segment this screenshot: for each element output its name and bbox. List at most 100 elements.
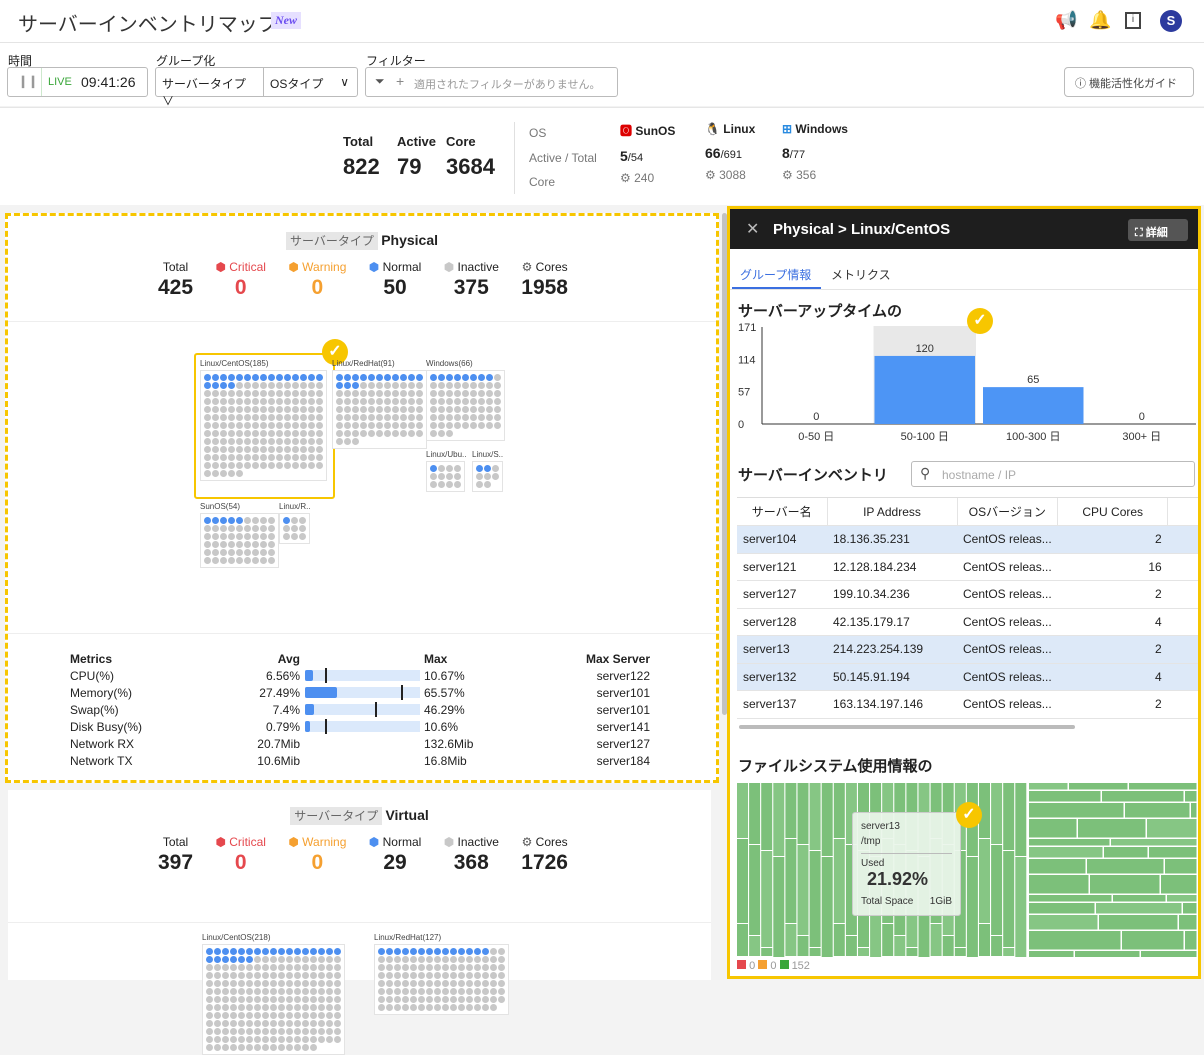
server-dot[interactable] bbox=[316, 398, 323, 405]
fs-cell[interactable] bbox=[1141, 951, 1197, 957]
server-dot[interactable] bbox=[416, 422, 423, 429]
server-dot[interactable] bbox=[498, 980, 505, 987]
server-dot[interactable] bbox=[442, 964, 449, 971]
server-dot[interactable] bbox=[278, 1004, 285, 1011]
server-dot[interactable] bbox=[308, 462, 315, 469]
fs-cell[interactable] bbox=[991, 845, 1003, 935]
server-dot[interactable] bbox=[462, 398, 469, 405]
fs-cell[interactable] bbox=[1113, 895, 1166, 902]
fs-cell[interactable] bbox=[1087, 859, 1164, 874]
server-dot[interactable] bbox=[416, 390, 423, 397]
server-dot[interactable] bbox=[284, 382, 291, 389]
server-dot[interactable] bbox=[394, 964, 401, 971]
server-dot[interactable] bbox=[310, 948, 317, 955]
server-dot[interactable] bbox=[206, 972, 213, 979]
server-dot[interactable] bbox=[220, 422, 227, 429]
server-dot[interactable] bbox=[294, 1004, 301, 1011]
server-dot[interactable] bbox=[292, 454, 299, 461]
fs-cell[interactable] bbox=[1075, 951, 1140, 957]
server-dot[interactable] bbox=[360, 406, 367, 413]
server-dot[interactable] bbox=[430, 414, 437, 421]
server-dot[interactable] bbox=[458, 972, 465, 979]
fs-cell[interactable] bbox=[821, 783, 833, 856]
server-dot[interactable] bbox=[238, 956, 245, 963]
server-dot[interactable] bbox=[494, 398, 501, 405]
server-dot[interactable] bbox=[276, 390, 283, 397]
server-dot[interactable] bbox=[368, 430, 375, 437]
server-dot[interactable] bbox=[286, 988, 293, 995]
table-row[interactable]: server132 50.145.91.194 CentOS releas... 4 bbox=[737, 663, 1198, 691]
server-dot[interactable] bbox=[236, 446, 243, 453]
server-dot[interactable] bbox=[498, 996, 505, 1003]
megaphone-icon[interactable]: 📢 bbox=[1055, 10, 1077, 32]
server-dot[interactable] bbox=[252, 549, 259, 556]
server-dot[interactable] bbox=[418, 948, 425, 955]
server-dot[interactable] bbox=[474, 1004, 481, 1011]
server-dot[interactable] bbox=[206, 956, 213, 963]
server-dot[interactable] bbox=[268, 422, 275, 429]
server-dot[interactable] bbox=[302, 948, 309, 955]
server-dot[interactable] bbox=[426, 964, 433, 971]
server-dot[interactable] bbox=[236, 374, 243, 381]
server-dot[interactable] bbox=[270, 972, 277, 979]
server-dot[interactable] bbox=[212, 541, 219, 548]
server-dot[interactable] bbox=[434, 964, 441, 971]
fs-cell[interactable] bbox=[821, 857, 833, 957]
server-dot[interactable] bbox=[294, 1012, 301, 1019]
server-dot[interactable] bbox=[294, 948, 301, 955]
server-dot[interactable] bbox=[238, 996, 245, 1003]
server-dot[interactable] bbox=[352, 414, 359, 421]
server-dot[interactable] bbox=[204, 414, 211, 421]
server-dot[interactable] bbox=[326, 996, 333, 1003]
server-dot[interactable] bbox=[220, 525, 227, 532]
fs-cell[interactable] bbox=[1003, 851, 1015, 947]
server-dot[interactable] bbox=[310, 1028, 317, 1035]
server-dot[interactable] bbox=[220, 454, 227, 461]
server-dot[interactable] bbox=[336, 438, 343, 445]
server-dot[interactable] bbox=[486, 382, 493, 389]
server-dot[interactable] bbox=[228, 414, 235, 421]
server-dot[interactable] bbox=[230, 972, 237, 979]
server-dot[interactable] bbox=[228, 454, 235, 461]
server-dot[interactable] bbox=[426, 956, 433, 963]
fs-cell[interactable] bbox=[833, 783, 845, 838]
fs-cell[interactable] bbox=[749, 936, 761, 956]
server-dot[interactable] bbox=[300, 390, 307, 397]
server-dot[interactable] bbox=[408, 430, 415, 437]
server-dot[interactable] bbox=[270, 1020, 277, 1027]
server-dot[interactable] bbox=[484, 481, 491, 488]
server-dot[interactable] bbox=[494, 390, 501, 397]
server-dot[interactable] bbox=[302, 956, 309, 963]
server-dot[interactable] bbox=[230, 1012, 237, 1019]
server-dot[interactable] bbox=[392, 374, 399, 381]
server-dot[interactable] bbox=[246, 1028, 253, 1035]
fs-cell[interactable] bbox=[1029, 895, 1112, 902]
server-dot[interactable] bbox=[316, 414, 323, 421]
server-dot[interactable] bbox=[352, 422, 359, 429]
server-dot[interactable] bbox=[310, 1036, 317, 1043]
server-dot[interactable] bbox=[286, 964, 293, 971]
server-dot[interactable] bbox=[230, 1028, 237, 1035]
server-dot[interactable] bbox=[490, 996, 497, 1003]
server-dot[interactable] bbox=[408, 422, 415, 429]
fs-cell[interactable] bbox=[1096, 903, 1182, 914]
server-dot[interactable] bbox=[454, 374, 461, 381]
server-dot[interactable] bbox=[466, 1004, 473, 1011]
server-dot[interactable] bbox=[434, 948, 441, 955]
server-dot[interactable] bbox=[310, 1004, 317, 1011]
server-dot[interactable] bbox=[482, 980, 489, 987]
server-dot[interactable] bbox=[204, 398, 211, 405]
server-dot[interactable] bbox=[434, 1004, 441, 1011]
server-dot[interactable] bbox=[416, 374, 423, 381]
server-dot[interactable] bbox=[283, 525, 290, 532]
server-dot[interactable] bbox=[220, 382, 227, 389]
server-dot[interactable] bbox=[384, 414, 391, 421]
server-dot[interactable] bbox=[318, 948, 325, 955]
fs-cell[interactable] bbox=[1129, 783, 1197, 790]
fs-cell[interactable] bbox=[761, 851, 773, 947]
server-group[interactable]: Linux/S.. bbox=[472, 450, 503, 492]
server-dot[interactable] bbox=[294, 964, 301, 971]
server-dot[interactable] bbox=[268, 525, 275, 532]
server-dot[interactable] bbox=[238, 1004, 245, 1011]
server-dot[interactable] bbox=[454, 465, 461, 472]
